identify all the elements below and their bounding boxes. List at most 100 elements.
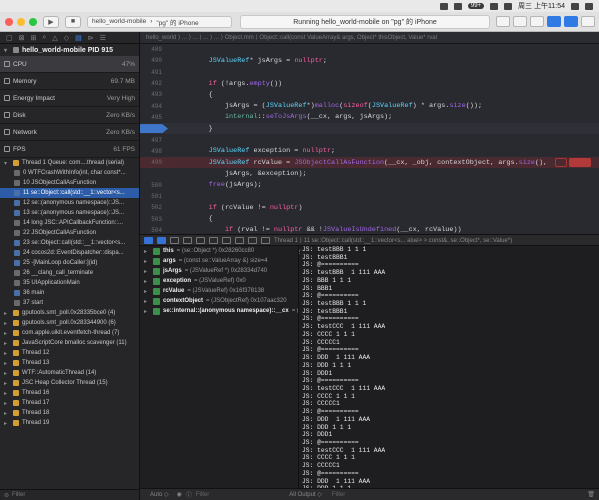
thread-row[interactable]: ▸ JavaScriptCore bmalloc scavenger (11) (0, 338, 139, 348)
step-out-button[interactable] (209, 236, 218, 244)
variable-row[interactable]: ▸ exception = (JSValueRef) 0x0 (140, 276, 298, 286)
thread-row[interactable]: ▸ WTF::AutomaticThread (14) (0, 368, 139, 378)
stack-frame-row[interactable]: 36 main (0, 288, 139, 298)
symbol-icon[interactable]: ⊞ (31, 34, 37, 42)
disclosure-triangle-icon[interactable]: ▸ (144, 298, 150, 305)
code-text[interactable]: JSValueRef rcValue = JSObjectCallAsFunct… (166, 159, 548, 167)
stop-button[interactable]: ■ (65, 15, 81, 28)
scheme-selector[interactable]: hello_world-mobile › "pg" 的 iPhone (87, 15, 232, 28)
code-text[interactable]: if (rcValue != nullptr) (166, 204, 303, 212)
stack-frame-row[interactable]: 23 se::Object::call(std::__1::vector<s..… (0, 238, 139, 248)
variable-row[interactable]: ▸ se::internal::(anonymous namespace)::__… (140, 306, 298, 316)
process-row[interactable]: ▾ hello_world-mobile PID 915 (0, 44, 139, 56)
disclosure-triangle-icon[interactable]: ▸ (144, 288, 150, 295)
gauge-memory[interactable]: Memory 69.7 MB (0, 73, 139, 90)
menubar-app-icon[interactable] (439, 2, 448, 10)
gauge-disk[interactable]: Disk Zero KB/s (0, 107, 139, 124)
code-line[interactable]: 493 { (140, 89, 599, 100)
console-output[interactable]: JS: testBBB 1 1 1 JS: testBBB1 JS: @======… (300, 246, 599, 488)
memory-graph-button[interactable] (235, 236, 244, 244)
line-number[interactable]: 494 (140, 103, 166, 110)
code-line[interactable]: 489 (140, 44, 599, 55)
disclosure-triangle-icon[interactable]: ▾ (4, 160, 10, 167)
gauge-cpu[interactable]: CPU 47% (0, 56, 139, 73)
find-icon[interactable]: ⌕ (42, 34, 46, 42)
line-number[interactable]: 497 (140, 137, 166, 144)
close-window-button[interactable] (5, 17, 13, 26)
line-number[interactable]: 491 (140, 69, 166, 76)
menubar-status-icon[interactable] (453, 2, 462, 10)
debug-bar-path[interactable]: Thread 1 ⟩ 11 se::Object::call(std::__1:… (274, 237, 512, 244)
code-line[interactable]: 501 (140, 191, 599, 202)
jump-bar-path[interactable]: hello_world ⟩ ... ⟩ ... ⟩ ... ⟩ ... ⟩ Ob… (146, 34, 437, 41)
code-text[interactable]: JSValueRef* jsArgs = nullptr; (166, 57, 327, 65)
stack-frame-row[interactable]: 13 se::(anonymous namespace)::JS... (0, 208, 139, 218)
variables-filter-input[interactable]: Filter (196, 492, 209, 498)
disclosure-triangle-icon[interactable]: ▸ (4, 310, 10, 317)
stack-frame-row[interactable]: 22 JSObjectCallAsFunction (0, 228, 139, 238)
code-text[interactable]: jsArgs, &exception); (166, 170, 307, 178)
code-line[interactable]: 498 JSValueRef exception = nullptr; (140, 146, 599, 157)
source-control-icon[interactable]: ⊠ (19, 34, 25, 42)
test-icon[interactable]: ◇ (64, 34, 69, 42)
disclosure-triangle-icon[interactable]: ▸ (4, 350, 10, 357)
line-number[interactable]: 499 (140, 159, 166, 166)
code-line[interactable]: jsArgs, &exception); (140, 168, 599, 179)
breakpoint-marker[interactable] (140, 124, 168, 134)
line-number[interactable]: 503 (140, 216, 166, 223)
disclosure-triangle-icon[interactable]: ▸ (4, 400, 10, 407)
disclosure-triangle-icon[interactable]: ▸ (4, 410, 10, 417)
thread-row[interactable]: ▸ Thread 19 (0, 418, 139, 428)
gauge-fps[interactable]: FPS 61 FPS (0, 141, 139, 158)
variable-row[interactable]: ▸ contextObject = (JSObjectRef) 0x107aac32… (140, 296, 298, 306)
battery-indicator[interactable]: 99+ (467, 3, 485, 9)
report-icon[interactable]: ☰ (100, 34, 106, 42)
thread-row[interactable]: ▸ JSC Heap Collector Thread (15) (0, 378, 139, 388)
line-number[interactable]: 504 (140, 227, 166, 234)
thread-row[interactable]: ▸ gputools.smt_poll.0x28335bce0 (4) (0, 308, 139, 318)
step-into-button[interactable] (196, 236, 205, 244)
console-filter-input[interactable]: Filter (332, 492, 345, 498)
navigator-filter-input[interactable]: Filter (12, 492, 25, 498)
jump-bar[interactable]: hello_world ⟩ ... ⟩ ... ⟩ ... ⟩ ... ⟩ Ob… (140, 32, 599, 44)
wifi-icon[interactable] (490, 2, 499, 10)
stack-frame-row[interactable]: 26 __clang_call_terminate (0, 268, 139, 278)
gauge-energy-impact[interactable]: Energy Impact Very High (0, 90, 139, 107)
environment-overrides-button[interactable] (248, 236, 257, 244)
volume-icon[interactable] (504, 2, 513, 10)
disclosure-triangle-icon[interactable]: ▸ (4, 380, 10, 387)
code-line[interactable]: 490 JSValueRef* jsArgs = nullptr; (140, 55, 599, 66)
hide-debug-area-button[interactable] (144, 236, 153, 244)
continue-button[interactable] (170, 236, 179, 244)
menubar-clock[interactable]: 周三 上午11:54 (518, 1, 565, 11)
thread-row[interactable]: ▾ Thread 1 Queue: com....thread (serial) (0, 158, 139, 168)
code-text[interactable]: free(jsArgs); (166, 181, 262, 189)
variables-scope-select[interactable]: Auto ◇ (150, 491, 169, 498)
disclosure-triangle-icon[interactable]: ▸ (4, 390, 10, 397)
disclosure-triangle-icon[interactable]: ▸ (144, 258, 150, 265)
console-output-select[interactable]: All Output ◇ (289, 491, 322, 498)
zoom-window-button[interactable] (29, 17, 37, 26)
eye-icon[interactable]: ◉ (177, 491, 182, 498)
stack-frame-row[interactable]: 24 cocos2d::EventDispatcher::dispa... (0, 248, 139, 258)
line-number[interactable]: 500 (140, 182, 166, 189)
stack-frame-row[interactable]: 14 long JSC::APICallbackFunction::... (0, 218, 139, 228)
code-line[interactable]: 496 } (140, 123, 599, 135)
disclosure-triangle-icon[interactable]: ▸ (144, 248, 150, 255)
code-area[interactable]: 489 490 JSValueRef* jsArgs = nullptr; 491 4… (140, 44, 599, 259)
disclosure-triangle-icon[interactable]: ▸ (4, 420, 10, 427)
info-icon[interactable]: ⓘ (186, 490, 192, 499)
line-number[interactable]: 495 (140, 114, 166, 121)
step-over-button[interactable] (183, 236, 192, 244)
line-number[interactable]: 502 (140, 204, 166, 211)
disclosure-triangle-icon[interactable]: ▾ (4, 47, 10, 54)
thread-row[interactable]: ▸ com.apple.uikit.eventfetch-thread (7) (0, 328, 139, 338)
gauge-network[interactable]: Network Zero KB/s (0, 124, 139, 141)
stack-frame-row[interactable]: 10 JSObjectCallAsFunction (0, 178, 139, 188)
toggle-navigator-button[interactable] (547, 16, 561, 27)
line-number[interactable]: 501 (140, 193, 166, 200)
thread-row[interactable]: ▸ Thread 12 (0, 348, 139, 358)
view-hierarchy-button[interactable] (222, 236, 231, 244)
stack-frame-row[interactable]: 35 UIApplicationMain (0, 278, 139, 288)
search-icon[interactable] (571, 2, 579, 10)
